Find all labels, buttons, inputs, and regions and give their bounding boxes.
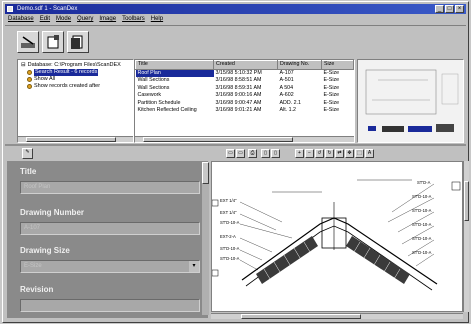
- view-drawing-button[interactable]: [67, 31, 89, 53]
- select-button[interactable]: ⬚: [355, 149, 364, 158]
- menu-help[interactable]: Help: [151, 15, 163, 24]
- table-row[interactable]: Roof Plan 3/15/98 5:10:32 PM A-107 E-Size: [135, 69, 354, 77]
- scanner-icon: [21, 36, 35, 48]
- drawing-number-field[interactable]: A-107: [20, 222, 200, 235]
- drawing-label: ST'D-A: [417, 180, 431, 185]
- maximize-button[interactable]: □: [445, 5, 454, 13]
- close-button[interactable]: ×: [455, 5, 464, 13]
- title-label: Title: [20, 167, 37, 176]
- menu-query[interactable]: Query: [77, 15, 93, 24]
- database-tree[interactable]: ⊟ Database: C:\Program Files\ScanDEX Sea…: [17, 59, 134, 143]
- title-field[interactable]: Roof Plan: [20, 181, 200, 194]
- query-icon: [27, 77, 32, 82]
- table-row[interactable]: Casework 3/16/98 9:00:16 AM A-602 E-Size: [136, 92, 354, 100]
- main-toolbar: [5, 25, 466, 59]
- drawing-label: EXT-2-A: [220, 234, 236, 239]
- drawing-label: ST'D-10-A: [220, 246, 240, 251]
- menu-edit[interactable]: Edit: [40, 15, 50, 24]
- table-scrollbar[interactable]: [135, 136, 354, 142]
- zoom-out-button[interactable]: −: [305, 149, 314, 158]
- drawing-size-select[interactable]: E-Size ▾: [20, 260, 200, 273]
- drawing-vertical-scrollbar[interactable]: [463, 161, 469, 312]
- chevron-down-icon[interactable]: ▾: [189, 261, 199, 272]
- app-window: Demo.sdf 1 - ScanDex _ □ × Database Edit…: [2, 1, 469, 323]
- drawing-label: ST'D-10-A: [412, 236, 432, 241]
- drawing-view-icon: [71, 35, 83, 49]
- tree-item-show-all[interactable]: Show All: [21, 76, 130, 83]
- rotate-left-button[interactable]: ↺: [315, 149, 324, 158]
- drawing-label: ST'D-10-A: [412, 222, 432, 227]
- open-document-button[interactable]: [42, 31, 64, 53]
- column-size[interactable]: Size: [321, 60, 354, 70]
- revision-label: Revision: [20, 285, 54, 294]
- drawing-horizontal-scrollbar[interactable]: [211, 313, 463, 319]
- drawing-label: ST'D-10-A: [220, 220, 240, 225]
- table-row[interactable]: Kitchen Reflected Ceiling 3/16/98 9:01:21…: [136, 107, 354, 115]
- revision-field[interactable]: [20, 299, 200, 312]
- scan-button[interactable]: [17, 31, 39, 53]
- image-toolbar: ✎ ▭ ▭ ⎙ ▯ ▯ + − ↺ ↻ ⇄ ✥ ⬚ A: [5, 146, 466, 161]
- menu-mode[interactable]: Mode: [56, 15, 71, 24]
- page-next-button[interactable]: ▭: [236, 149, 245, 158]
- drawing-size-label: Drawing Size: [20, 246, 70, 255]
- drawing-thumbnail[interactable]: [357, 59, 464, 143]
- records-table[interactable]: Title Created Drawing No. Size Roof Plan…: [134, 59, 355, 143]
- drawing-label: ST'D-10-A: [220, 256, 240, 261]
- document-icon: [47, 35, 59, 49]
- column-created[interactable]: Created: [213, 60, 278, 70]
- column-drawing-no[interactable]: Drawing No.: [277, 60, 322, 70]
- table-row[interactable]: Partition Schedule 3/16/98 9:00:47 AM ADD.…: [136, 100, 354, 108]
- drawing-label: ST'D-10-A: [412, 208, 432, 213]
- title-bar: Demo.sdf 1 - ScanDex _ □ ×: [5, 4, 466, 14]
- table-row[interactable]: Wall Sections 3/16/98 8:59:31 AM A 504 E-Si…: [136, 85, 354, 93]
- query-icon: [27, 70, 32, 75]
- tree-item-search-result[interactable]: Search Result - 6 records: [21, 69, 130, 76]
- zoom-in-button[interactable]: +: [295, 149, 304, 158]
- fit-width-button[interactable]: ▯: [261, 149, 270, 158]
- roof-section-drawing: EXT 1/4" EXT 1/4" ST'D-10-A EXT-2-A ST'D…: [212, 179, 461, 291]
- pan-button[interactable]: ✥: [345, 149, 354, 158]
- menu-bar: Database Edit Mode Query Image Toolbars …: [5, 15, 163, 24]
- page-prev-button[interactable]: ▭: [226, 149, 235, 158]
- drawing-size-value: E-Size: [24, 263, 42, 269]
- minimize-button[interactable]: _: [435, 5, 444, 13]
- drawing-label: ST'D-10-A: [412, 250, 432, 255]
- menu-database[interactable]: Database: [8, 15, 34, 24]
- window-title: Demo.sdf 1 - ScanDex: [17, 6, 78, 12]
- thumbnail-image: [358, 60, 463, 142]
- column-title[interactable]: Title: [135, 60, 214, 70]
- table-header: Title Created Drawing No. Size: [135, 60, 354, 70]
- drawing-label: EXT 1/4": [220, 198, 237, 203]
- query-icon: [27, 84, 32, 89]
- fit-page-button[interactable]: ▯: [271, 149, 280, 158]
- drawing-viewer[interactable]: EXT 1/4" EXT 1/4" ST'D-10-A EXT-2-A ST'D…: [211, 161, 463, 312]
- record-form: Title Roof Plan Drawing Number A-107 Dra…: [7, 161, 208, 318]
- app-icon: [7, 6, 13, 12]
- rotate-right-button[interactable]: ↻: [325, 149, 334, 158]
- tree-scrollbar[interactable]: [18, 136, 133, 142]
- print-button[interactable]: ⎙: [248, 149, 257, 158]
- tree-item-created-after[interactable]: Show records created after: [21, 83, 130, 90]
- annotate-button[interactable]: A: [365, 149, 374, 158]
- menu-toolbars[interactable]: Toolbars: [122, 15, 145, 24]
- drawing-label: ST'D-10-A: [412, 194, 432, 199]
- menu-image[interactable]: Image: [99, 15, 116, 24]
- edit-button[interactable]: ✎: [22, 148, 33, 159]
- flip-button[interactable]: ⇄: [335, 149, 344, 158]
- table-row[interactable]: Wall Sections 3/16/98 8:58:51 AM A-501 E-Si…: [136, 77, 354, 85]
- drawing-number-label: Drawing Number: [20, 208, 85, 217]
- tree-root[interactable]: ⊟ Database: C:\Program Files\ScanDEX: [21, 62, 130, 69]
- form-scrollbar[interactable]: [202, 162, 209, 315]
- drawing-label: EXT 1/4": [220, 210, 237, 215]
